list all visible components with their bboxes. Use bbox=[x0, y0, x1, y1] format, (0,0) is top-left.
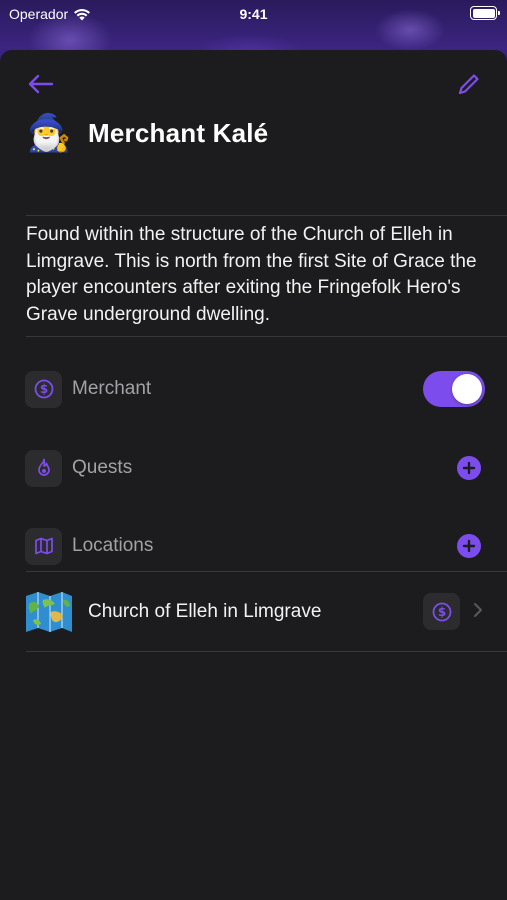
svg-text:$: $ bbox=[437, 605, 445, 619]
npc-header: 🧙‍♂️ Merchant Kalé bbox=[26, 104, 507, 162]
quests-label: Quests bbox=[72, 457, 133, 478]
back-button[interactable] bbox=[22, 66, 58, 102]
chevron-right-icon bbox=[474, 603, 482, 617]
toggle-knob bbox=[452, 374, 482, 404]
divider bbox=[26, 215, 507, 216]
map-icon bbox=[25, 527, 62, 565]
mage-avatar-icon: 🧙‍♂️ bbox=[26, 112, 72, 153]
npc-description: Found within the structure of the Church… bbox=[26, 224, 477, 325]
status-bar: Operador 9:41 bbox=[0, 0, 507, 28]
status-time: 9:41 bbox=[239, 6, 268, 22]
merchant-row: $ Merchant bbox=[25, 370, 485, 408]
divider bbox=[26, 651, 507, 652]
world-map-icon bbox=[26, 592, 72, 632]
pencil-icon bbox=[458, 74, 479, 95]
plus-icon bbox=[462, 461, 476, 475]
dollar-circle-icon: $ bbox=[25, 370, 62, 408]
merchant-badge: $ bbox=[423, 593, 460, 630]
flame-icon bbox=[25, 449, 62, 487]
location-list-item[interactable]: Church of Elleh in Limgrave $ bbox=[25, 586, 495, 638]
plus-icon bbox=[462, 539, 476, 553]
divider bbox=[26, 336, 507, 337]
add-quest-button[interactable] bbox=[457, 456, 481, 480]
npc-name: Merchant Kalé bbox=[88, 117, 269, 148]
svg-text:$: $ bbox=[39, 382, 47, 396]
battery-icon bbox=[470, 6, 500, 20]
quests-row: Quests bbox=[25, 449, 485, 487]
location-name: Church of Elleh in Limgrave bbox=[88, 601, 322, 622]
edit-button[interactable] bbox=[451, 66, 487, 102]
locations-label: Locations bbox=[72, 535, 154, 556]
locations-row: Locations bbox=[25, 527, 485, 565]
dollar-circle-icon: $ bbox=[432, 602, 451, 621]
merchant-toggle[interactable] bbox=[423, 371, 485, 407]
merchant-label: Merchant bbox=[72, 378, 152, 399]
divider bbox=[26, 571, 507, 572]
arrow-left-icon bbox=[28, 74, 54, 94]
add-location-button[interactable] bbox=[457, 534, 481, 558]
